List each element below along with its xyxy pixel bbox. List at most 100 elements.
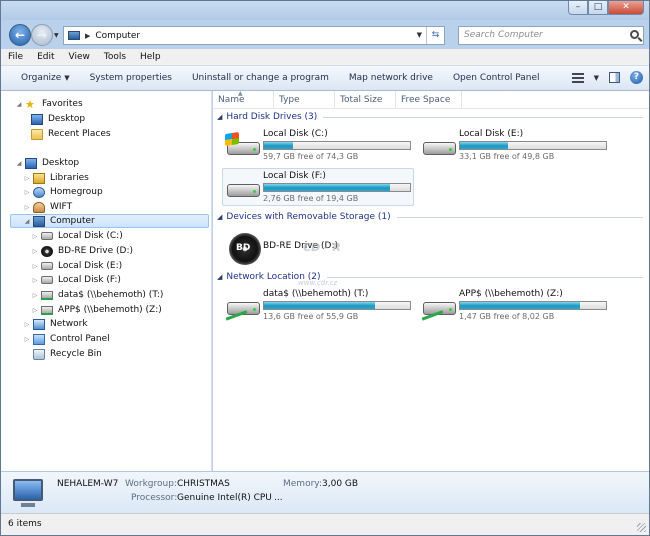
nav-local-disk-f[interactable]: ▷ Local Disk (F:) (31, 273, 121, 287)
collapse-group-icon[interactable]: ◢ (217, 113, 222, 121)
drive-tile-c[interactable]: Local Disk (C:) 59,7 GB free of 74,3 GB (223, 127, 415, 165)
nav-libraries[interactable]: ▷ Libraries (23, 171, 89, 185)
forward-button[interactable]: → (31, 24, 53, 46)
nav-favorites-desktop[interactable]: Desktop (31, 112, 85, 126)
collapse-group-icon[interactable]: ◢ (217, 213, 222, 221)
column-name[interactable]: Name (213, 91, 274, 109)
collapse-icon[interactable]: ◢ (15, 160, 23, 167)
back-button[interactable]: ← (9, 24, 31, 46)
collapse-icon[interactable]: ◢ (23, 218, 31, 225)
recent-pages-dropdown-icon[interactable]: ▼ (54, 32, 59, 39)
group-hard-disk-drives[interactable]: ◢ Hard Disk Drives (3) (217, 110, 643, 124)
address-bar[interactable]: ▶ Computer ▼ ⇆ (63, 26, 445, 45)
drive-name: Local Disk (F:) (263, 171, 326, 181)
file-list-pane[interactable]: ▲ Name Type Total Size Free Space ◢ Hard … (213, 90, 649, 471)
menu-edit[interactable]: Edit (30, 52, 61, 62)
desktop-icon (25, 157, 37, 169)
drive-tile-f[interactable]: Local Disk (F:) 2,76 GB free of 19,4 GB (222, 168, 414, 206)
nav-network[interactable]: ▷ Network (23, 317, 88, 331)
expand-icon[interactable]: ▷ (31, 307, 39, 314)
nav-user-folder[interactable]: ▷ WIFT (23, 200, 72, 214)
column-type[interactable]: Type (274, 91, 335, 109)
menu-help[interactable]: Help (133, 52, 168, 62)
group-divider (396, 216, 643, 218)
help-icon[interactable]: ? (630, 71, 643, 84)
nav-network-drive-t[interactable]: ▷ data$ (\\behemoth) (T:) (31, 288, 164, 302)
preview-pane-icon[interactable] (609, 72, 620, 83)
drive-tile-z[interactable]: APP$ (\\behemoth) (Z:) 1,47 GB free of 8… (419, 287, 611, 325)
organize-button[interactable]: Organize ▼ (1, 73, 80, 83)
nav-desktop[interactable]: ◢ Desktop (15, 156, 79, 170)
control-panel-icon (33, 333, 45, 345)
resize-grip-icon[interactable] (637, 523, 646, 532)
expand-icon[interactable]: ▷ (31, 263, 39, 270)
search-icon[interactable] (630, 30, 639, 39)
minimize-button[interactable]: – (568, 1, 588, 15)
navigation-pane[interactable]: ◢ ★ Favorites Desktop Recent Places ◢ Deskt… (1, 91, 212, 471)
drive-free-space: 13,6 GB free of 55,9 GB (263, 312, 359, 321)
refresh-icon[interactable]: ⇆ (426, 27, 444, 44)
maximize-button[interactable]: □ (588, 1, 608, 15)
network-icon (33, 318, 45, 330)
drive-tile-e[interactable]: Local Disk (E:) 33,1 GB free of 49,8 GB (419, 127, 611, 165)
nav-label: Libraries (50, 173, 89, 183)
expand-icon[interactable]: ▷ (23, 204, 31, 211)
collapse-group-icon[interactable]: ◢ (217, 273, 222, 281)
address-path[interactable]: Computer (95, 31, 140, 41)
nav-network-drive-z[interactable]: ▷ APP$ (\\behemoth) (Z:) (31, 303, 162, 317)
recent-places-icon (31, 128, 43, 140)
drive-tile-t[interactable]: data$ (\\behemoth) (T:) 13,6 GB free of … (223, 287, 415, 325)
nav-computer[interactable]: ◢ Computer (10, 214, 209, 228)
usage-fill (460, 142, 509, 149)
column-total-size[interactable]: Total Size (335, 91, 396, 109)
expand-icon[interactable]: ▷ (31, 292, 39, 299)
title-bar[interactable]: – □ ✕ (1, 1, 649, 20)
computer-monitor-icon (13, 479, 43, 507)
map-network-drive-button[interactable]: Map network drive (339, 73, 443, 83)
nav-recent-places[interactable]: Recent Places (31, 127, 111, 141)
nav-label: Desktop (42, 158, 80, 168)
menu-view[interactable]: View (62, 52, 97, 62)
group-network-location[interactable]: ◢ Network Location (2) (217, 270, 643, 284)
nav-bd-re-drive-d[interactable]: ▷ BD-RE Drive (D:) (31, 244, 133, 258)
processor-label: Processor: (131, 493, 178, 503)
nav-homegroup[interactable]: ▷ Homegroup (23, 185, 103, 199)
system-properties-button[interactable]: System properties (80, 73, 182, 83)
nav-label: Favorites (42, 99, 83, 109)
nav-label: Local Disk (F:) (58, 275, 121, 285)
close-button[interactable]: ✕ (608, 1, 644, 15)
hard-disk-icon (421, 133, 457, 161)
bluray-disc-icon (41, 245, 53, 257)
expand-icon[interactable]: ▷ (31, 248, 39, 255)
address-dropdown-icon[interactable]: ▼ (417, 31, 422, 39)
nav-label: Recycle Bin (50, 349, 102, 359)
nav-local-disk-c[interactable]: ▷ Local Disk (C:) (31, 229, 123, 243)
pc-name: NEHALEM-W7 (57, 479, 119, 489)
uninstall-program-button[interactable]: Uninstall or change a program (182, 73, 339, 83)
nav-control-panel[interactable]: ▷ Control Panel (23, 332, 110, 346)
expand-icon[interactable]: ▷ (23, 321, 31, 328)
usage-fill (460, 302, 580, 309)
organize-label: Organize (21, 73, 62, 83)
open-control-panel-button[interactable]: Open Control Panel (443, 73, 550, 83)
usage-bar (459, 301, 607, 310)
expand-icon[interactable]: ▷ (23, 189, 31, 196)
expand-icon[interactable]: ▷ (23, 336, 31, 343)
desktop-icon (31, 113, 43, 125)
group-removable-storage[interactable]: ◢ Devices with Removable Storage (1) (217, 210, 643, 224)
view-options-dropdown-icon[interactable]: ▼ (594, 74, 599, 82)
expand-icon[interactable]: ▷ (23, 175, 31, 182)
breadcrumb-separator-icon[interactable]: ▶ (85, 32, 90, 40)
column-free-space[interactable]: Free Space (396, 91, 462, 109)
drive-name: Local Disk (C:) (263, 129, 328, 139)
search-input[interactable]: Search Computer (458, 26, 644, 45)
nav-favorites[interactable]: ◢ ★ Favorites (15, 97, 83, 111)
expand-icon[interactable]: ▷ (31, 233, 39, 240)
collapse-icon[interactable]: ◢ (15, 101, 23, 108)
change-view-icon[interactable] (571, 72, 584, 83)
nav-local-disk-e[interactable]: ▷ Local Disk (E:) (31, 259, 122, 273)
expand-icon[interactable]: ▷ (31, 277, 39, 284)
nav-recycle-bin[interactable]: Recycle Bin (33, 347, 102, 361)
menu-tools[interactable]: Tools (97, 52, 133, 62)
menu-file[interactable]: File (1, 52, 30, 62)
